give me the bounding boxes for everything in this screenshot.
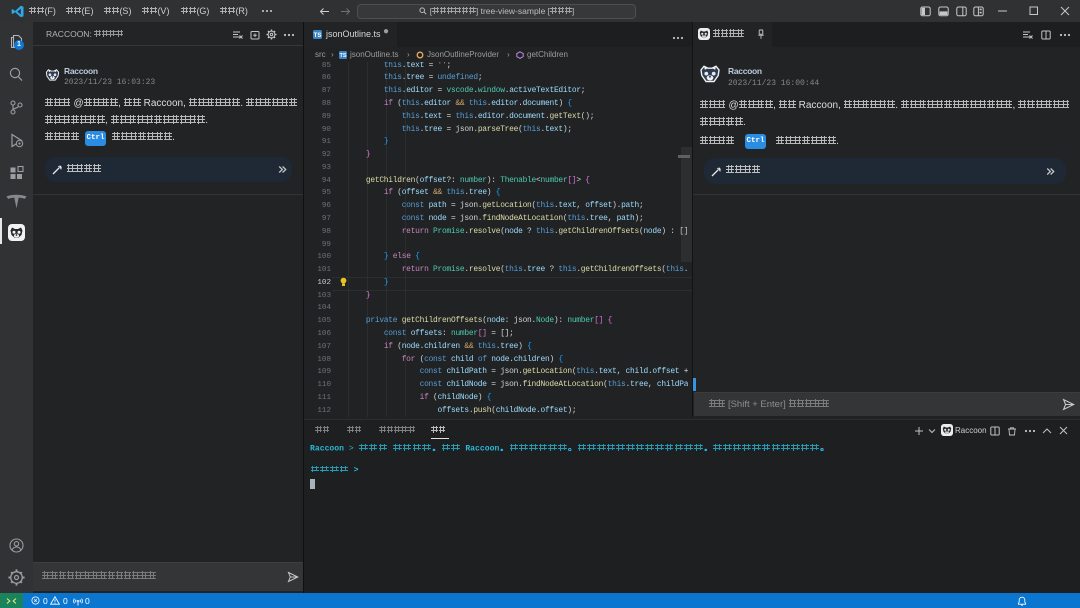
svg-text:TS: TS	[314, 33, 322, 39]
svg-text:TS: TS	[340, 53, 347, 59]
